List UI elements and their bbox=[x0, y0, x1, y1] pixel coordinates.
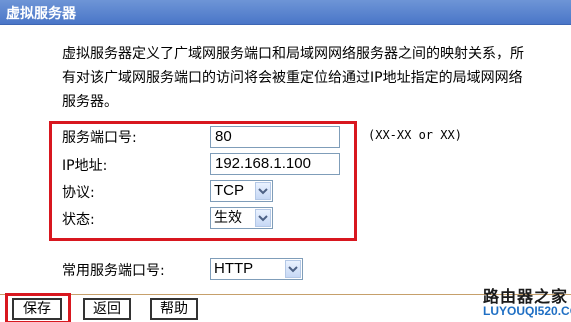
save-button[interactable]: 保存 bbox=[12, 298, 62, 320]
service-port-input[interactable]: 80 bbox=[210, 126, 340, 148]
status-selected-value: 生效 bbox=[214, 210, 242, 226]
ip-address-input[interactable]: 192.168.1.100 bbox=[210, 153, 340, 175]
ip-address-label: IP地址: bbox=[62, 158, 108, 174]
service-port-label: 服务端口号: bbox=[62, 130, 137, 146]
protocol-dropdown-button[interactable] bbox=[255, 182, 271, 200]
virtual-server-page: 虚拟服务器 虚拟服务器定义了广域网服务端口和局域网网络服务器之间的映射关系，所有… bbox=[0, 0, 571, 322]
common-port-label: 常用服务端口号: bbox=[62, 263, 165, 279]
common-port-select[interactable]: HTTP bbox=[210, 258, 303, 280]
chevron-down-icon bbox=[258, 215, 268, 222]
chevron-down-icon bbox=[258, 188, 268, 195]
status-dropdown-button[interactable] bbox=[255, 209, 271, 227]
common-port-dropdown-button[interactable] bbox=[285, 260, 301, 278]
back-button[interactable]: 返回 bbox=[83, 298, 131, 320]
chevron-down-icon bbox=[288, 266, 298, 273]
help-button[interactable]: 帮助 bbox=[150, 298, 198, 320]
common-port-selected-value: HTTP bbox=[214, 260, 254, 277]
protocol-selected-value: TCP bbox=[214, 182, 244, 199]
protocol-select[interactable]: TCP bbox=[210, 180, 273, 202]
service-port-hint: (XX-XX or XX) bbox=[368, 128, 462, 142]
watermark-site-url: LUYOUQI520.COM bbox=[483, 304, 571, 318]
status-select[interactable]: 生效 bbox=[210, 207, 273, 229]
protocol-label: 协议: bbox=[62, 185, 95, 201]
page-title: 虚拟服务器 bbox=[6, 6, 76, 22]
status-label: 状态: bbox=[62, 212, 95, 228]
description-text: 虚拟服务器定义了广域网服务端口和局域网网络服务器之间的映射关系，所有对该广域网服… bbox=[62, 46, 524, 110]
title-bar: 虚拟服务器 bbox=[0, 0, 571, 25]
